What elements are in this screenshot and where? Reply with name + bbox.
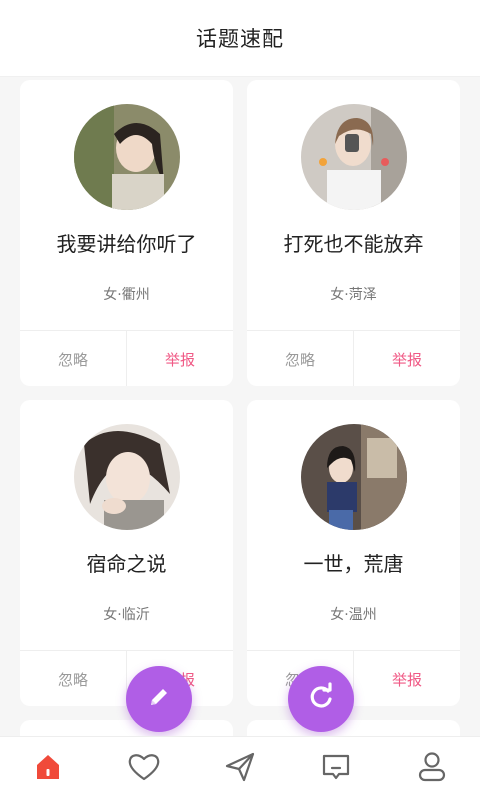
report-button[interactable]: 举报 bbox=[354, 651, 460, 706]
user-location: 女·临沂 bbox=[103, 607, 150, 623]
topic-title: 我要讲给你听了 bbox=[56, 232, 197, 256]
match-card-partial bbox=[20, 720, 233, 736]
topic-title: 打死也不能放弃 bbox=[283, 232, 424, 256]
user-location: 女·温州 bbox=[330, 607, 377, 623]
heart-icon bbox=[127, 752, 161, 786]
profile-icon bbox=[417, 751, 447, 787]
app-header: 话题速配 bbox=[0, 0, 480, 77]
match-card[interactable]: 宿命之说 女·临沂 忽略 举报 bbox=[20, 400, 233, 706]
topic-title: 一世，荒唐 bbox=[303, 552, 404, 576]
send-icon bbox=[224, 751, 256, 787]
tab-messages[interactable] bbox=[306, 741, 366, 797]
tab-home[interactable] bbox=[18, 741, 78, 797]
refresh-icon bbox=[306, 682, 336, 716]
card-actions: 忽略 举报 bbox=[20, 330, 233, 386]
match-card[interactable]: 一世，荒唐 女·温州 忽略 举报 bbox=[247, 400, 460, 706]
edit-fab-button[interactable] bbox=[126, 666, 192, 732]
user-location: 女·菏泽 bbox=[330, 287, 377, 303]
home-icon bbox=[33, 752, 63, 786]
avatar[interactable] bbox=[74, 104, 180, 210]
report-button[interactable]: 举报 bbox=[354, 331, 460, 386]
tab-send[interactable] bbox=[210, 741, 270, 797]
user-location: 女·衢州 bbox=[103, 287, 150, 303]
page-title: 话题速配 bbox=[196, 27, 284, 51]
match-card[interactable]: 我要讲给你听了 女·衢州 忽略 举报 bbox=[20, 80, 233, 386]
avatar[interactable] bbox=[74, 424, 180, 530]
tab-profile[interactable] bbox=[402, 741, 462, 797]
avatar[interactable] bbox=[301, 424, 407, 530]
ignore-button[interactable]: 忽略 bbox=[20, 651, 127, 706]
ignore-button[interactable]: 忽略 bbox=[247, 331, 354, 386]
message-icon bbox=[321, 752, 351, 786]
bottom-tab-bar bbox=[0, 736, 480, 801]
refresh-fab-button[interactable] bbox=[288, 666, 354, 732]
tab-favorites[interactable] bbox=[114, 741, 174, 797]
ignore-button[interactable]: 忽略 bbox=[20, 331, 127, 386]
card-actions: 忽略 举报 bbox=[247, 330, 460, 386]
match-card-partial bbox=[247, 720, 460, 736]
topic-title: 宿命之说 bbox=[86, 552, 167, 576]
report-button[interactable]: 举报 bbox=[127, 331, 233, 386]
pencil-icon bbox=[145, 683, 173, 715]
avatar[interactable] bbox=[301, 104, 407, 210]
match-card[interactable]: 打死也不能放弃 女·菏泽 忽略 举报 bbox=[247, 80, 460, 386]
